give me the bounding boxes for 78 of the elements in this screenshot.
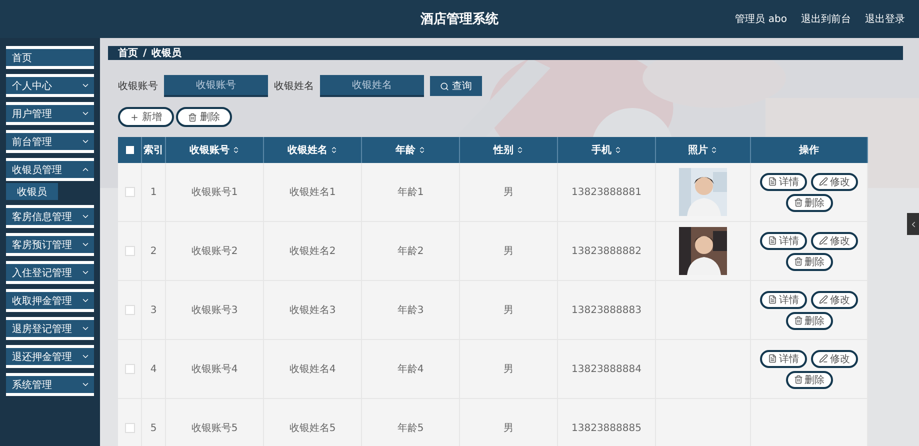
table-cell: 收银姓名3 <box>264 281 362 340</box>
sidebar-subitem[interactable]: 收银员 <box>6 183 58 200</box>
row-action-button[interactable]: 删除 <box>786 312 832 330</box>
checkbox[interactable] <box>124 246 134 256</box>
checkbox[interactable] <box>124 187 134 197</box>
header-link[interactable]: 退出登录 <box>865 12 905 26</box>
row-action-button[interactable]: 修改 <box>811 232 858 250</box>
table-cell: 男 <box>460 222 558 281</box>
row-action-button[interactable]: 删除 <box>786 252 832 270</box>
checkbox[interactable] <box>124 423 134 433</box>
chevron-icon <box>81 212 90 221</box>
app-title: 酒店管理系统 <box>420 12 498 27</box>
chevron-icon <box>81 380 90 389</box>
chevron-icon <box>81 268 90 277</box>
user-name: 管理员 abo <box>735 13 787 26</box>
row-action-button[interactable]: 详情 <box>760 350 807 368</box>
table-cell: 收银姓名4 <box>264 340 362 399</box>
pen-icon <box>819 354 828 363</box>
pen-icon <box>819 295 828 304</box>
sidebar-item[interactable]: 客房信息管理 <box>6 205 94 228</box>
trash-icon <box>794 375 802 384</box>
table-cell: 收银姓名5 <box>264 399 362 446</box>
chevron-icon <box>81 296 90 305</box>
table-cell: 2 <box>142 222 166 281</box>
document-icon <box>768 295 777 304</box>
row-action-button[interactable]: 详情 <box>760 290 807 308</box>
sidebar-item[interactable]: 收取押金管理 <box>6 289 94 312</box>
sidebar-item[interactable]: 个人中心 <box>6 74 94 97</box>
row-action-button[interactable]: 修改 <box>811 290 858 308</box>
table-cell: 男 <box>460 281 558 340</box>
table-cell: 收银账号5 <box>166 399 264 446</box>
chevron-icon <box>81 81 90 90</box>
table-cell: 4 <box>142 340 166 399</box>
table-cell: 年龄2 <box>362 222 460 281</box>
trash-icon <box>794 257 802 266</box>
table-cell: 年龄3 <box>362 281 460 340</box>
table-cell: 5 <box>142 399 166 446</box>
chevron-icon <box>81 352 90 361</box>
trash-icon <box>794 316 802 325</box>
sidebar-item[interactable]: 客房预订管理 <box>6 233 94 256</box>
chevron-icon <box>81 165 90 174</box>
sidebar-item[interactable]: 首页 <box>6 46 94 69</box>
sidebar-item[interactable]: 前台管理 <box>6 130 94 153</box>
document-icon <box>768 236 777 245</box>
table-cell: 收银账号3 <box>166 281 264 340</box>
document-icon <box>768 354 777 363</box>
chevron-icon <box>81 240 90 249</box>
sidebar-item[interactable]: 退还押金管理 <box>6 345 94 368</box>
collapse-button[interactable] <box>907 213 919 235</box>
row-action-button[interactable]: 删除 <box>786 194 832 212</box>
table-cell: 13823888882 <box>558 222 656 281</box>
table-cell: 收银账号4 <box>166 340 264 399</box>
table-cell: 男 <box>460 340 558 399</box>
row-action-button[interactable]: 修改 <box>811 350 858 368</box>
chevron-icon <box>81 324 90 333</box>
table-cell: 收银账号2 <box>166 222 264 281</box>
table-cell: 男 <box>460 399 558 446</box>
table-cell: 13823888883 <box>558 281 656 340</box>
table-cell: 13823888884 <box>558 340 656 399</box>
sidebar-item[interactable]: 退房登记管理 <box>6 317 94 340</box>
checkbox[interactable] <box>124 364 134 374</box>
chevron-icon <box>81 109 90 118</box>
row-action-button[interactable]: 详情 <box>760 232 807 250</box>
pen-icon <box>819 236 828 245</box>
header-link[interactable]: 退出到前台 <box>801 12 851 26</box>
sidebar-item[interactable]: 收银员管理 <box>6 158 94 181</box>
sidebar-item[interactable]: 入住登记管理 <box>6 261 94 284</box>
table-cell: 年龄4 <box>362 340 460 399</box>
table-cell: 收银姓名2 <box>264 222 362 281</box>
row-action-button[interactable]: 删除 <box>786 370 832 388</box>
sidebar-item[interactable]: 用户管理 <box>6 102 94 125</box>
chevron-icon <box>81 137 90 146</box>
table-cell: 年龄5 <box>362 399 460 446</box>
checkbox[interactable] <box>124 305 134 315</box>
table-cell: 13823888885 <box>558 399 656 446</box>
trash-icon <box>794 198 802 207</box>
table-cell: 3 <box>142 281 166 340</box>
sidebar-item[interactable]: 系统管理 <box>6 373 94 396</box>
